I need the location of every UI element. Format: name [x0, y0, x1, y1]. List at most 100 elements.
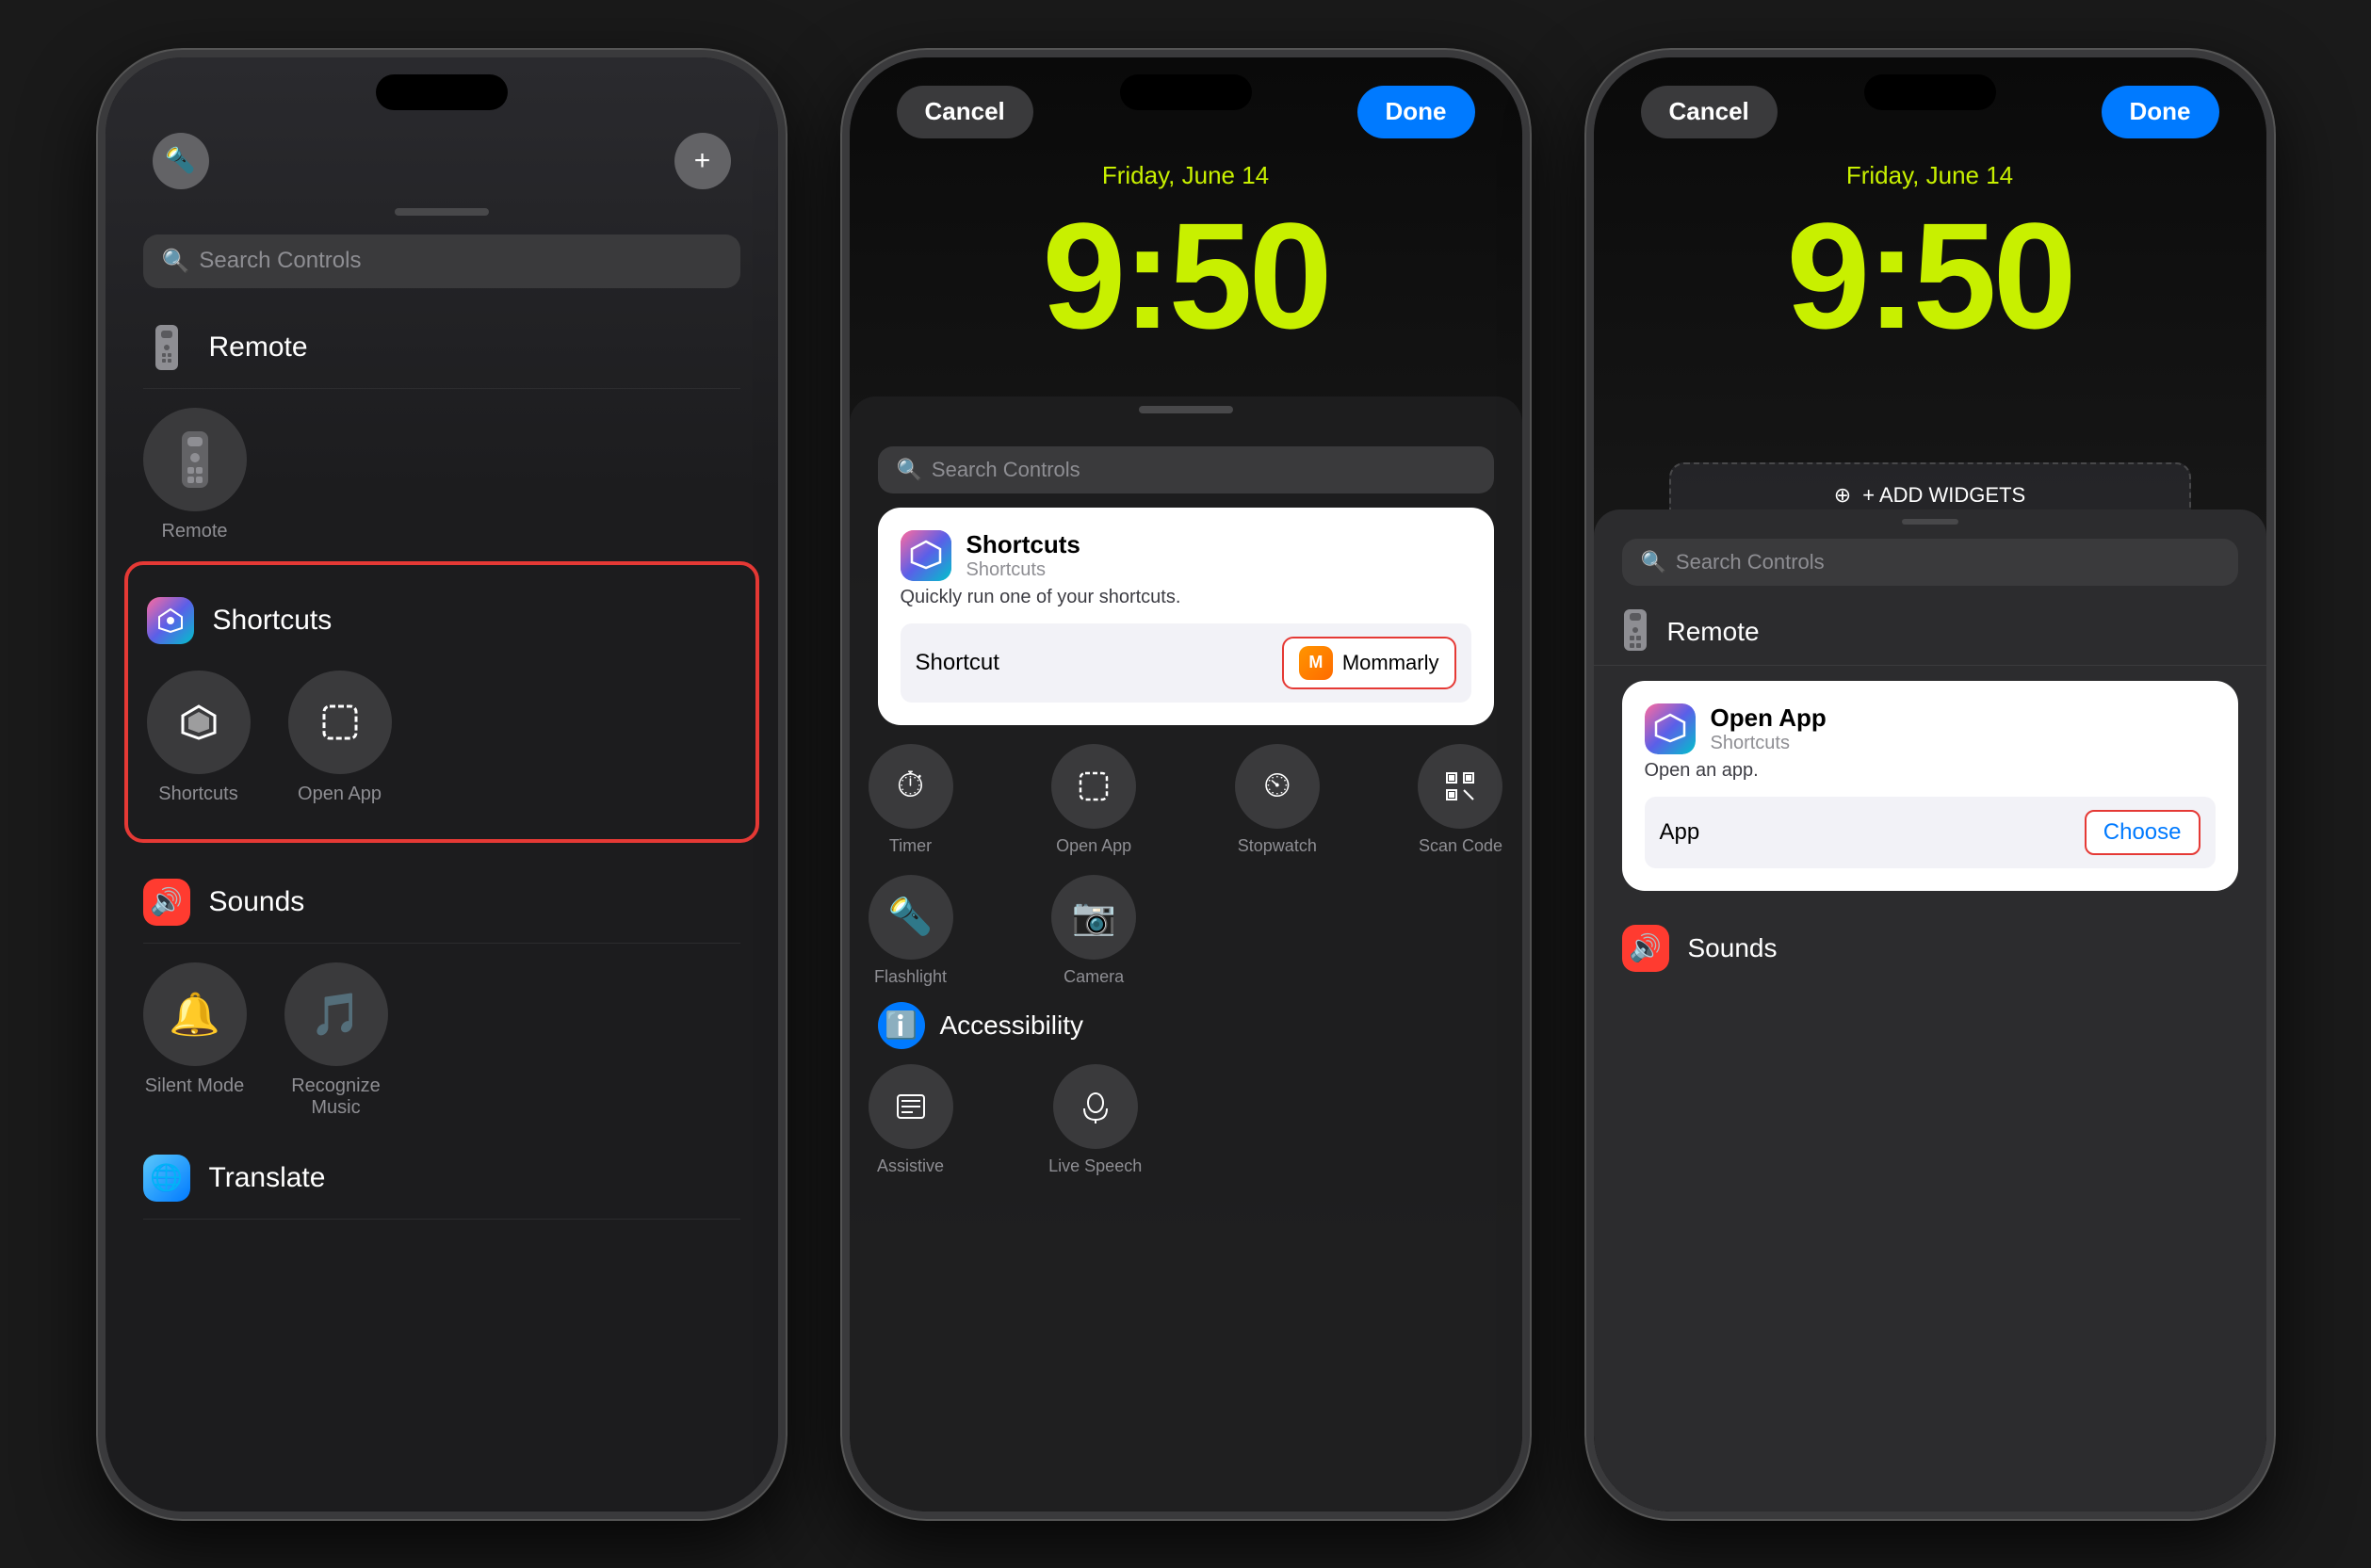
phone3-remote-label: Remote [1667, 617, 1760, 647]
translate-header: 🌐 Translate [143, 1138, 740, 1220]
phone3-sounds-section: 🔊 Sounds [1594, 910, 2266, 987]
search-icon: 🔍 [162, 248, 190, 275]
open-app-item-label: Open App [298, 784, 382, 805]
flashlight-icon: 🔦 [165, 146, 195, 175]
open-app-card-desc: Open an app. [1645, 760, 2216, 782]
phone3-remote-icon [1622, 609, 1648, 655]
spacer-3 [1238, 1064, 1323, 1176]
add-widgets-icon: ⊕ [1834, 483, 1851, 508]
spacer-4 [1419, 1064, 1503, 1176]
bottom-sheet-2: 🔍 Search Controls [850, 396, 1522, 1511]
recognize-music-circle: 🎵 [284, 962, 388, 1066]
cancel-label-3: Cancel [1669, 97, 1749, 126]
lock-date-3: Friday, June 14 [1594, 161, 2266, 190]
speaker-icon: 🔊 [150, 886, 183, 917]
mommarly-button[interactable]: M Mommarly [1282, 637, 1456, 689]
scan-code-label: Scan Code [1419, 836, 1502, 856]
translate-section: 🌐 Translate [106, 1138, 778, 1220]
open-app-strip-circle [1051, 744, 1136, 829]
scan-code-strip-item: Scan Code [1418, 744, 1502, 856]
search-icon-2: 🔍 [897, 458, 922, 482]
live-speech-label: Live Speech [1048, 1156, 1142, 1176]
sounds-controls-grid: 🔔 Silent Mode 🎵 Recognize Music [143, 944, 740, 1138]
timer-label: Timer [889, 836, 932, 856]
mommarly-icon-symbol: M [1308, 653, 1323, 672]
shortcuts-card-row: Shortcut M Mommarly [901, 623, 1471, 703]
dynamic-island-1 [376, 74, 508, 110]
search-bar-3[interactable]: 🔍 Search Controls [1622, 539, 2238, 586]
phone-1: 🔦 + 🔍 Search Controls [98, 50, 786, 1519]
open-app-card: Open App Shortcuts Open an app. App Choo… [1622, 681, 2238, 891]
camera-label: Camera [1064, 967, 1124, 987]
shortcuts-header: Shortcuts [147, 580, 737, 652]
shortcuts-card-text: Shortcuts Shortcuts [966, 530, 1080, 581]
assistive-circle [869, 1064, 953, 1149]
stopwatch-label: Stopwatch [1238, 836, 1317, 856]
phone2-screen: Cancel Done Friday, June 14 9:50 🔍 Searc… [850, 57, 1522, 1511]
search-placeholder-3: Search Controls [1676, 550, 1825, 574]
done-label-3: Done [2130, 97, 2191, 126]
cancel-button-2[interactable]: Cancel [897, 86, 1033, 138]
silent-mode-item: 🔔 Silent Mode [143, 962, 247, 1119]
spacer-1 [1235, 875, 1320, 987]
open-app-card-header: Open App Shortcuts [1645, 703, 2216, 754]
done-label-2: Done [1386, 97, 1447, 126]
remove-button[interactable]: 🔦 [153, 133, 209, 189]
remote-controls-grid: Remote [143, 389, 740, 561]
open-app-circle [288, 671, 392, 774]
done-button-2[interactable]: Done [1357, 86, 1475, 138]
search-icon-3: 🔍 [1641, 550, 1666, 574]
timer-circle: ⏱ [869, 744, 953, 829]
shortcuts-highlighted-section: Shortcuts Shortcuts [124, 561, 759, 843]
remote-circle [143, 408, 247, 511]
remote-icon [143, 324, 190, 371]
flashlight-label: Flashlight [874, 967, 947, 987]
shortcuts-card-subtitle: Shortcuts [966, 559, 1080, 581]
shortcuts-card-icon [901, 530, 951, 581]
lock-date-2: Friday, June 14 [850, 161, 1522, 190]
shortcuts-control-item: Shortcuts [147, 671, 251, 805]
search-placeholder-2: Search Controls [932, 458, 1080, 482]
translate-icon: 🌐 [143, 1155, 190, 1202]
open-app-strip-label: Open App [1056, 836, 1131, 856]
camera-circle: 📷 [1051, 875, 1136, 960]
choose-button[interactable]: Choose [2085, 810, 2200, 855]
sounds-section: 🔊 Sounds 🔔 Silent Mode 🎵 Recognize Music [106, 862, 778, 1138]
done-button-3[interactable]: Done [2102, 86, 2219, 138]
bell-icon: 🔔 [169, 990, 220, 1039]
translate-icon-symbol: 🌐 [150, 1162, 183, 1193]
phone3-sounds-icon: 🔊 [1622, 925, 1669, 972]
assistive-label: Assistive [877, 1156, 944, 1176]
silent-mode-label: Silent Mode [145, 1075, 245, 1097]
phone3-speaker-icon: 🔊 [1629, 932, 1662, 963]
search-bar-2[interactable]: 🔍 Search Controls [878, 446, 1494, 493]
shortcuts-controls-grid: Shortcuts Open App [147, 652, 737, 824]
shortcuts-icon [147, 597, 194, 644]
live-speech-strip-item: Live Speech [1048, 1064, 1142, 1176]
lock-time-2: 9:50 [850, 189, 1522, 363]
search-bar-1[interactable]: 🔍 Search Controls [143, 234, 740, 288]
shortcuts-card: Shortcuts Shortcuts Quickly run one of y… [878, 508, 1494, 725]
shortcuts-card-title: Shortcuts [966, 530, 1080, 559]
assistive-strip-item: Assistive [869, 1064, 953, 1176]
open-app-card-subtitle: Shortcuts [1711, 733, 1827, 754]
cancel-button-3[interactable]: Cancel [1641, 86, 1778, 138]
phone-3: Cancel Done Friday, June 14 9:50 ⊕ + ADD… [1586, 50, 2274, 1519]
sounds-label: Sounds [209, 886, 305, 918]
remote-section: Remote Remote [106, 307, 778, 561]
shazam-icon: 🎵 [310, 990, 362, 1039]
recognize-music-item: 🎵 Recognize Music [284, 962, 388, 1119]
phone3-drag-handle [1902, 519, 1958, 525]
shortcuts-card-header: Shortcuts Shortcuts [901, 530, 1471, 581]
silent-mode-circle: 🔔 [143, 962, 247, 1066]
translate-label: Translate [209, 1162, 326, 1194]
remote-control-item: Remote [143, 408, 247, 542]
open-app-strip-item: Open App [1051, 744, 1136, 856]
add-control-button[interactable]: + [674, 133, 731, 189]
accessibility-section: ℹ️ Accessibility [850, 987, 1522, 1064]
open-app-control-item: Open App [288, 671, 392, 805]
phone1-screen: 🔦 + 🔍 Search Controls [106, 57, 778, 1511]
accessibility-icon-symbol: ℹ️ [885, 1010, 918, 1041]
app-field: App [1660, 819, 2070, 846]
remote-item-label: Remote [161, 521, 227, 542]
